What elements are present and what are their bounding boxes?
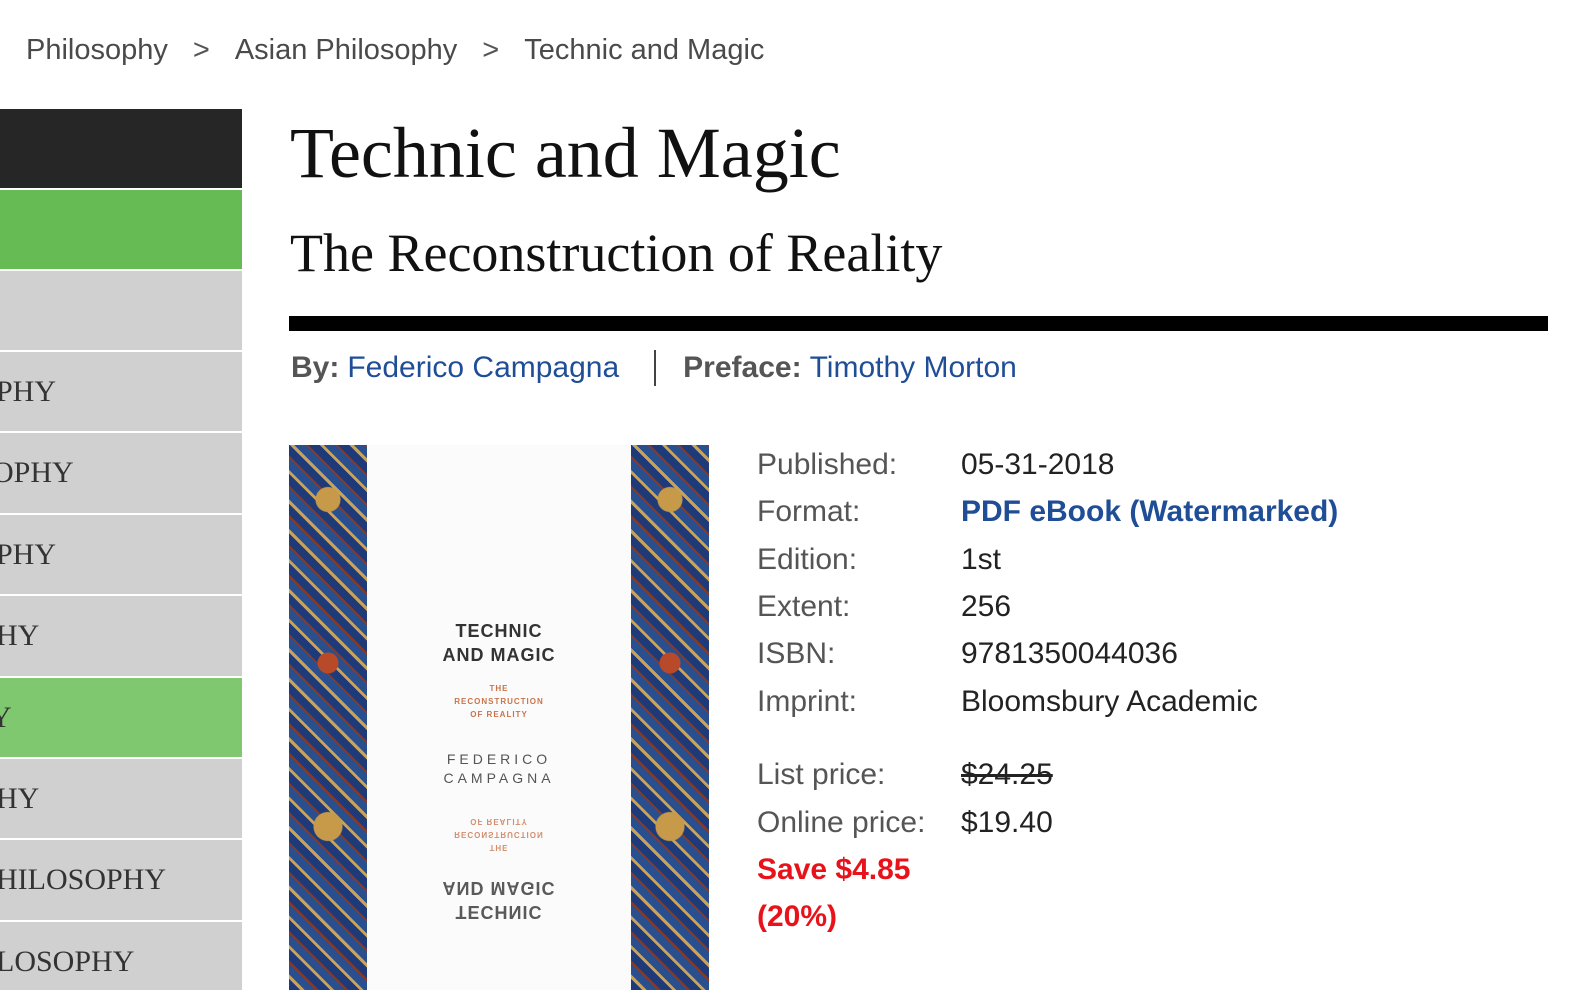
breadcrumb-separator: > [482,34,500,66]
sidebar-item[interactable]: PHY [0,515,242,596]
extent-label: Extent: [757,590,851,623]
cover-center-panel: TECHNIC AND MAGIC THE RECONSTRUCTION OF … [367,445,631,990]
sidebar-item-active[interactable]: Y [0,678,242,759]
breadcrumb-separator: > [192,34,210,66]
byline: By: Federico Campagna Preface: Timothy M… [291,350,1017,386]
preface-author-link[interactable]: Timothy Morton [810,351,1017,385]
published-label: Published: [757,448,898,481]
sidebar-item[interactable]: HY [0,759,242,840]
cover-ornament-right [631,445,709,990]
cover-ornament-left [289,445,367,990]
format-link[interactable]: PDF eBook (Watermarked) [961,495,1338,529]
isbn-value: 9781350044036 [961,637,1178,670]
cover-author-line2: CAMPAGNA [443,770,555,786]
sidebar-item[interactable] [0,271,242,352]
book-cover-image: TECHNIC AND MAGIC THE RECONSTRUCTION OF … [289,445,709,990]
list-price-label: List price: [757,758,886,791]
sidebar-item[interactable]: HY [0,596,242,678]
format-label: Format: [757,495,861,528]
cover-subtitle-line3: OF REALITY [470,710,528,719]
category-sidebar: PHY OPHY PHY HY Y HY HILOSOPHY LOSOPHY [0,109,242,990]
sidebar-item[interactable]: LOSOPHY [0,922,242,990]
sidebar-item[interactable]: HILOSOPHY [0,840,242,922]
title-divider [289,316,1548,331]
cover-mirror-sub1: THE [489,843,509,852]
author-link[interactable]: Federico Campagna [347,351,619,385]
cover-title-line1: TECHNIC [455,621,543,641]
extent-value: 256 [961,590,1012,623]
cover-author-line1: FEDERICO [446,751,552,767]
sidebar-item[interactable]: PHY [0,352,242,433]
byline-divider [654,350,657,386]
breadcrumb-current: Technic and Magic [524,34,765,66]
cover-mirror-line2: AND MAGIC [442,878,556,898]
list-price-value: $24.25 [961,758,1053,791]
cover-mirror-sub3: OF REALITY [470,817,528,826]
cover-mirror-sub2: RECONSTRUCTION [454,830,544,839]
book-subtitle: The Reconstruction of Reality [290,223,943,283]
breadcrumb: Philosophy > Asian Philosophy > Technic … [26,34,764,67]
sidebar-item[interactable] [0,190,242,271]
cover-title-line2: AND MAGIC [442,645,556,665]
book-title: Technic and Magic [290,113,841,193]
edition-value: 1st [961,543,1002,576]
cover-subtitle-line2: RECONSTRUCTION [454,697,544,706]
sidebar-header [0,109,242,190]
by-label: By: [291,351,340,384]
preface-label: Preface: [683,351,802,384]
online-price-label: Online price: [757,806,926,839]
savings-percent: (20%) [757,900,838,933]
imprint-label: Imprint: [757,685,858,718]
isbn-label: ISBN: [757,637,836,670]
cover-subtitle-line1: THE [489,684,509,693]
sidebar-item[interactable]: OPHY [0,433,242,515]
breadcrumb-philosophy[interactable]: Philosophy [26,34,168,67]
savings-amount: Save $4.85 [757,853,911,886]
cover-mirror-line1: TECHNIC [455,902,543,922]
imprint-value: Bloomsbury Academic [961,685,1258,718]
edition-label: Edition: [757,543,858,576]
online-price-value: $19.40 [961,806,1053,839]
breadcrumb-asian-philosophy[interactable]: Asian Philosophy [235,34,457,67]
published-value: 05-31-2018 [961,448,1115,481]
